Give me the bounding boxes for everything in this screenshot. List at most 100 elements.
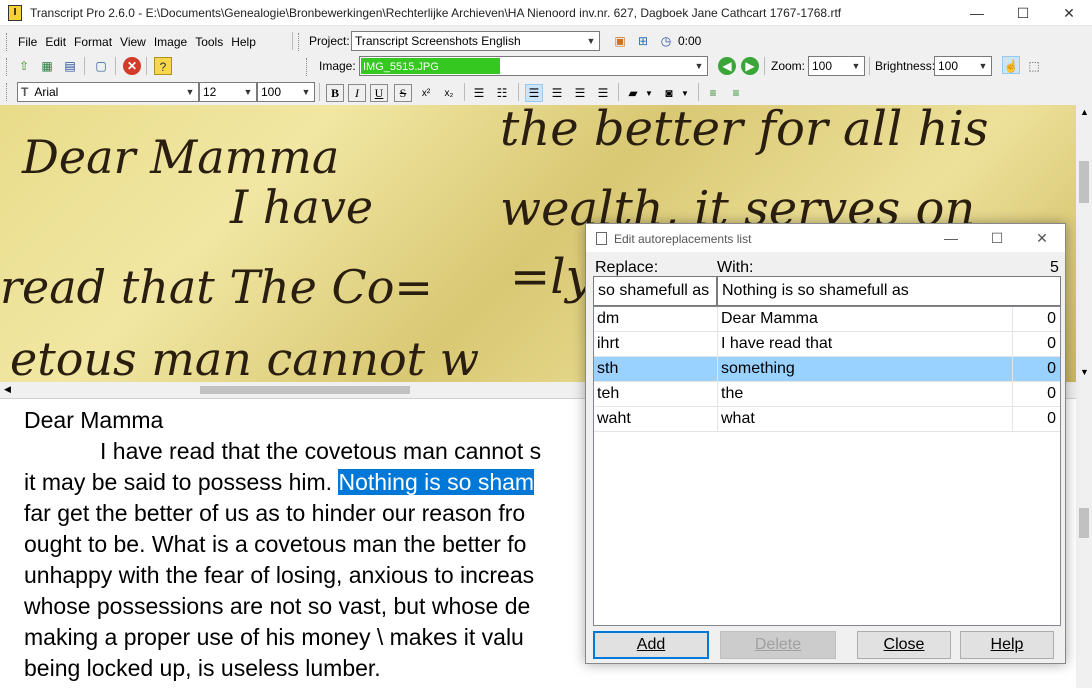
brightness-select-value: 100 xyxy=(938,59,959,73)
scroll-down-icon[interactable]: ▼ xyxy=(1080,367,1089,377)
menu-view[interactable]: View xyxy=(116,34,150,50)
align-left-icon[interactable]: ☰ xyxy=(525,84,543,102)
list-row[interactable]: sth something 0 xyxy=(594,357,1060,382)
row-replace: sth xyxy=(597,360,619,377)
list-row[interactable]: dm Dear Mamma 0 xyxy=(594,307,1060,332)
menu-help[interactable]: Help xyxy=(227,34,260,50)
align-center-icon[interactable]: ☰ xyxy=(548,84,566,102)
toolbar-grip[interactable] xyxy=(298,33,301,51)
minimize-button[interactable]: — xyxy=(954,0,1000,26)
stop-icon[interactable]: ✕ xyxy=(123,57,141,75)
chevron-down-icon[interactable]: ▼ xyxy=(679,84,691,102)
zoom-select-value: 100 xyxy=(812,59,833,73)
image-vertical-scrollbar[interactable]: ▲ ▼ xyxy=(1076,105,1092,382)
add-button[interactable]: Add xyxy=(593,631,709,659)
project-new-icon[interactable]: ▣ xyxy=(611,32,629,50)
toolbar-grip[interactable] xyxy=(306,58,309,76)
separator xyxy=(518,83,519,101)
menu-image[interactable]: Image xyxy=(150,34,191,50)
chevron-down-icon: ▼ xyxy=(851,61,861,71)
strikethrough-button[interactable]: S xyxy=(394,84,412,102)
doc-line: I have read that the covetous man cannot… xyxy=(100,438,542,464)
scroll-left-icon[interactable]: ◀ xyxy=(4,384,11,395)
dialog-close-icon[interactable]: ✕ xyxy=(1019,228,1065,248)
delete-button[interactable]: Delete xyxy=(720,631,836,659)
toolbar-grip[interactable] xyxy=(6,33,9,51)
doc-line: far get the better of us as to hinder ou… xyxy=(24,500,526,526)
save-icon[interactable]: ▤ xyxy=(61,57,79,75)
autoreplacements-list[interactable]: dm Dear Mamma 0 ihrt I have read that 0 sth som… xyxy=(593,306,1061,626)
with-label: With: xyxy=(717,259,754,276)
font-select[interactable]: T Arial ▼ xyxy=(17,82,199,102)
scroll-thumb[interactable] xyxy=(1079,161,1089,203)
italic-button[interactable]: I xyxy=(348,84,366,102)
list-row[interactable]: waht what 0 xyxy=(594,407,1060,432)
superscript-button[interactable]: x² xyxy=(417,84,435,102)
insert-line-icon[interactable]: ≡ xyxy=(704,84,722,102)
back-arrow-icon[interactable]: ◀ xyxy=(718,57,736,75)
with-input[interactable]: Nothing is so shamefull as xyxy=(717,276,1061,306)
close-window-button[interactable]: ✕ xyxy=(1046,0,1092,26)
text-color-icon[interactable]: ◙ xyxy=(660,84,678,102)
doc-line: ought to be. What is a covetous man the … xyxy=(24,531,527,557)
align-right-icon[interactable]: ☰ xyxy=(571,84,589,102)
doc-line: Dear Mamma xyxy=(24,407,164,433)
zoom-select[interactable]: 100 ▼ xyxy=(808,56,865,76)
column-divider xyxy=(1012,307,1013,332)
scroll-thumb[interactable] xyxy=(1079,508,1089,538)
highlight-icon[interactable]: ▰ xyxy=(624,84,642,102)
bold-button[interactable]: B xyxy=(326,84,344,102)
doc-line: whose possessions are not so vast, but w… xyxy=(24,593,531,619)
list-row[interactable]: teh the 0 xyxy=(594,382,1060,407)
editor-vertical-scrollbar[interactable] xyxy=(1076,398,1092,688)
numbered-list-icon[interactable]: ☷ xyxy=(493,84,511,102)
separator xyxy=(869,57,870,75)
menu-format[interactable]: Format xyxy=(70,34,116,50)
scroll-thumb[interactable] xyxy=(200,386,410,394)
chevron-down-icon[interactable]: ▼ xyxy=(643,84,655,102)
doc-line: being locked up, is useless lumber. xyxy=(24,655,381,681)
row-count: 0 xyxy=(1047,360,1056,377)
image-select[interactable]: IMG_5515.JPG ▼ xyxy=(359,56,708,76)
help-icon[interactable]: ? xyxy=(154,57,172,75)
dialog-minimize-button[interactable]: — xyxy=(928,228,974,248)
scroll-up-icon[interactable]: ▲ xyxy=(1080,107,1089,117)
subscript-button[interactable]: x₂ xyxy=(440,84,458,102)
toolbar-grip[interactable] xyxy=(6,58,9,76)
select-icon[interactable]: ⬚ xyxy=(1025,57,1043,75)
close-button[interactable]: Close xyxy=(857,631,951,659)
column-divider xyxy=(1012,332,1013,357)
column-divider xyxy=(717,332,718,357)
hand-icon[interactable]: ☝ xyxy=(1002,56,1020,74)
align-justify-icon[interactable]: ☰ xyxy=(594,84,612,102)
dialog-maximize-button[interactable]: ☐ xyxy=(974,228,1020,248)
font-size-select[interactable]: 12 ▼ xyxy=(199,82,257,102)
help-button[interactable]: Help xyxy=(960,631,1054,659)
manuscript-text: I have xyxy=(229,180,373,234)
open-image-icon[interactable]: ▦ xyxy=(38,57,56,75)
app-icon: I xyxy=(8,5,22,21)
list-row[interactable]: ihrt I have read that 0 xyxy=(594,332,1060,357)
entry-count: 5 xyxy=(1050,259,1059,276)
replace-input[interactable]: so shamefull as xyxy=(593,276,717,306)
open-folder-icon[interactable]: ⇧ xyxy=(15,57,33,75)
menu-edit[interactable]: Edit xyxy=(41,34,70,50)
toolbar-grip[interactable] xyxy=(6,83,9,101)
clock-icon[interactable]: ◷ xyxy=(657,32,675,50)
forward-arrow-icon[interactable]: ▶ xyxy=(741,57,759,75)
menu-file[interactable]: File xyxy=(14,34,41,50)
bullet-list-icon[interactable]: ☰ xyxy=(470,84,488,102)
title-bar: I Transcript Pro 2.6.0 - E:\Documents\Ge… xyxy=(0,0,1092,26)
brightness-select[interactable]: 100 ▼ xyxy=(934,56,992,76)
maximize-button[interactable]: ☐ xyxy=(1000,0,1046,26)
help-button-label: Help xyxy=(990,636,1024,653)
insert-paragraph-icon[interactable]: ≡ xyxy=(727,84,745,102)
underline-button[interactable]: U xyxy=(370,84,388,102)
preview-icon[interactable]: ▢ xyxy=(92,57,110,75)
project-select[interactable]: Transcript Screenshots English ▼ xyxy=(351,31,600,51)
row-with: I have read that xyxy=(721,335,833,352)
text-zoom-select[interactable]: 100 ▼ xyxy=(257,82,315,102)
project-window-icon[interactable]: ⊞ xyxy=(634,32,652,50)
menu-tools[interactable]: Tools xyxy=(191,34,227,50)
column-divider xyxy=(717,407,718,432)
